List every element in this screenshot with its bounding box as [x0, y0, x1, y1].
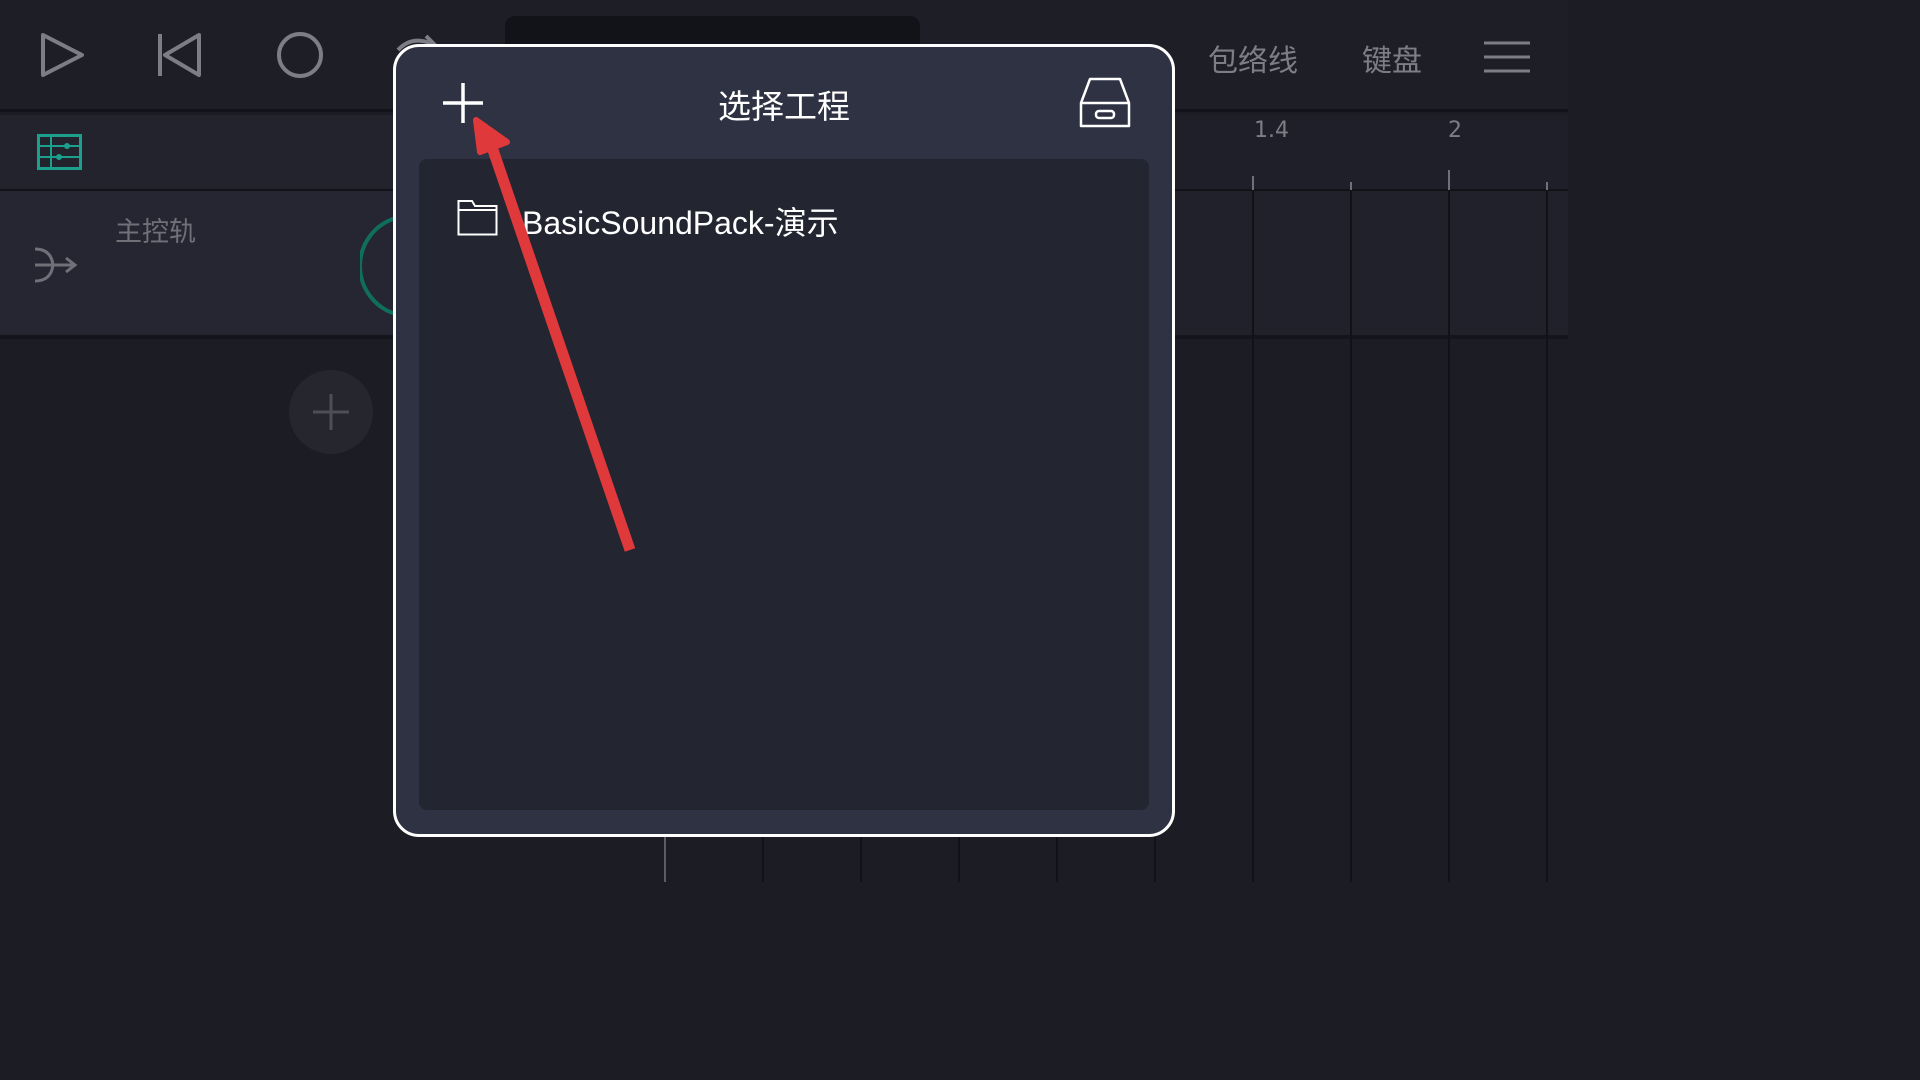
annotation-arrow — [473, 117, 636, 552]
